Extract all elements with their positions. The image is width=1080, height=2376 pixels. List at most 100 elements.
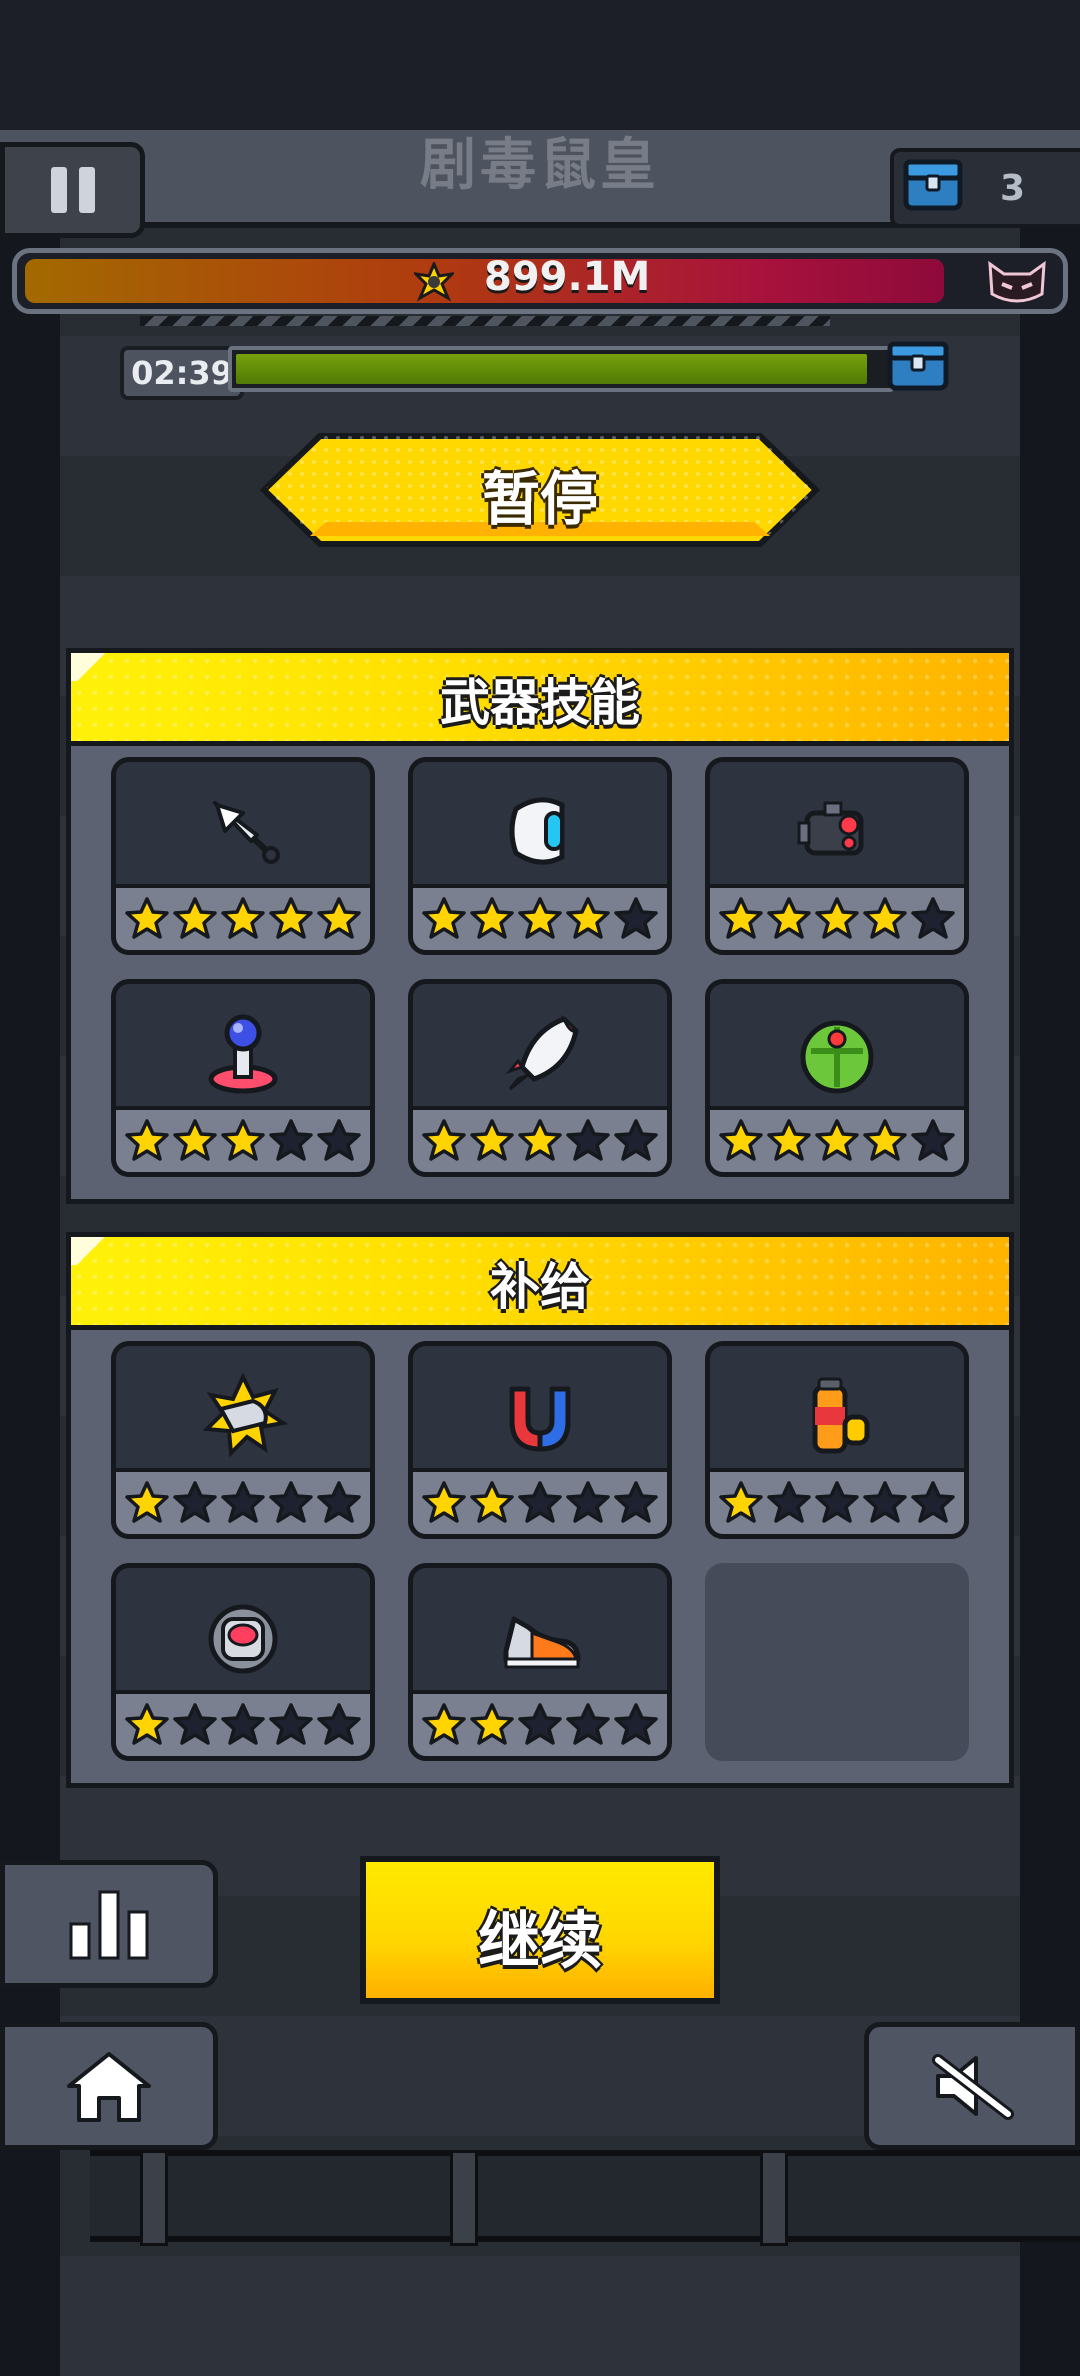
- sneaker-icon: [413, 1582, 667, 1692]
- star-empty-icon: [317, 1119, 361, 1161]
- stats-button[interactable]: [0, 1860, 218, 1988]
- star-filled-icon: [863, 897, 907, 939]
- star-filled-icon: [470, 1703, 514, 1745]
- star-empty-icon: [911, 897, 955, 939]
- star-rating: [413, 1468, 667, 1534]
- star-filled-icon: [125, 1703, 169, 1745]
- continue-label: 继续: [477, 1904, 602, 1977]
- star-empty-icon: [173, 1703, 217, 1745]
- star-filled-icon: [470, 897, 514, 939]
- home-button[interactable]: [0, 2022, 218, 2150]
- star-filled-icon: [719, 897, 763, 939]
- supply-slot[interactable]: [408, 1341, 672, 1539]
- supply-slot[interactable]: [111, 1563, 375, 1761]
- star-filled-icon: [767, 897, 811, 939]
- weapon-slot[interactable]: [408, 979, 672, 1177]
- star-filled-icon: [173, 1119, 217, 1161]
- star-rating: [116, 1106, 370, 1172]
- star-empty-icon: [269, 1119, 313, 1161]
- star-rating: [413, 884, 667, 950]
- weapon-skills-panel: 武器技能: [66, 648, 1014, 1204]
- weapon-slot[interactable]: [408, 757, 672, 955]
- weapon-slot[interactable]: [111, 979, 375, 1177]
- magnet-icon: [413, 1360, 667, 1470]
- star-filled-icon: [815, 897, 859, 939]
- supply-slot[interactable]: [705, 1341, 969, 1539]
- damage-burst-icon: [414, 262, 454, 302]
- star-filled-icon: [719, 1119, 763, 1161]
- kunai-icon: [116, 776, 370, 886]
- star-filled-icon: [815, 1119, 859, 1161]
- status-strip: [0, 0, 1080, 130]
- floor-rail: [90, 2150, 1080, 2242]
- high-explosive-bullet-icon: [116, 1360, 370, 1470]
- floor-post: [760, 2150, 788, 2246]
- weapon-slot[interactable]: [705, 757, 969, 955]
- star-filled-icon: [173, 897, 217, 939]
- star-empty-icon: [911, 1481, 955, 1523]
- star-filled-icon: [125, 1119, 169, 1161]
- star-filled-icon: [221, 897, 265, 939]
- laser-bot-icon: [710, 776, 964, 886]
- guardian-drone-icon: [413, 776, 667, 886]
- floor-post: [140, 2150, 168, 2246]
- floor-post: [450, 2150, 478, 2246]
- star-empty-icon: [614, 1119, 658, 1161]
- star-empty-icon: [317, 1703, 361, 1745]
- wave-progress-bar: [228, 346, 894, 392]
- boss-name: 剧毒鼠皇: [420, 133, 660, 198]
- star-empty-icon: [518, 1481, 562, 1523]
- chest-icon: [903, 159, 963, 211]
- supplies-title: 补给: [490, 1258, 590, 1316]
- star-filled-icon: [863, 1119, 907, 1161]
- star-empty-icon: [269, 1481, 313, 1523]
- star-filled-icon: [422, 1119, 466, 1161]
- rocket-icon: [413, 998, 667, 1108]
- star-filled-icon: [269, 897, 313, 939]
- boss-portrait-icon: [988, 260, 1046, 303]
- supplies-panel: 补给: [66, 1232, 1014, 1788]
- star-filled-icon: [422, 1481, 466, 1523]
- star-rating: [413, 1690, 667, 1756]
- star-empty-icon: [221, 1703, 265, 1745]
- mute-button[interactable]: [864, 2022, 1080, 2150]
- weapon-slot[interactable]: [111, 757, 375, 955]
- pause-button[interactable]: [0, 142, 145, 238]
- wave-progress-fill: [236, 354, 867, 384]
- tesla-coil-icon: [116, 998, 370, 1108]
- weapon-skills-header: 武器技能: [71, 653, 1009, 746]
- star-empty-icon: [173, 1481, 217, 1523]
- star-rating: [413, 1106, 667, 1172]
- star-filled-icon: [518, 897, 562, 939]
- chest-count: 3: [1000, 168, 1026, 209]
- star-empty-icon: [221, 1481, 265, 1523]
- supply-empty-slot: [705, 1563, 969, 1761]
- star-empty-icon: [815, 1481, 859, 1523]
- star-filled-icon: [422, 897, 466, 939]
- weapon-slot[interactable]: [705, 979, 969, 1177]
- star-empty-icon: [614, 897, 658, 939]
- star-rating: [710, 1468, 964, 1534]
- star-filled-icon: [470, 1481, 514, 1523]
- sound-off-icon: [932, 2054, 1014, 2120]
- star-empty-icon: [566, 1119, 610, 1161]
- star-filled-icon: [422, 1703, 466, 1745]
- soccer-ball-icon: [710, 998, 964, 1108]
- continue-button[interactable]: 继续: [360, 1856, 720, 2004]
- star-rating: [116, 1468, 370, 1534]
- star-rating: [710, 884, 964, 950]
- star-empty-icon: [767, 1481, 811, 1523]
- star-empty-icon: [518, 1703, 562, 1745]
- star-filled-icon: [719, 1481, 763, 1523]
- supply-slot[interactable]: [408, 1563, 672, 1761]
- star-rating: [116, 1690, 370, 1756]
- star-filled-icon: [221, 1119, 265, 1161]
- star-filled-icon: [125, 897, 169, 939]
- supply-slot[interactable]: [111, 1341, 375, 1539]
- star-empty-icon: [566, 1703, 610, 1745]
- bar-chart-icon: [69, 1890, 149, 1960]
- star-empty-icon: [614, 1481, 658, 1523]
- star-rating: [710, 1106, 964, 1172]
- star-empty-icon: [863, 1481, 907, 1523]
- star-empty-icon: [911, 1119, 955, 1161]
